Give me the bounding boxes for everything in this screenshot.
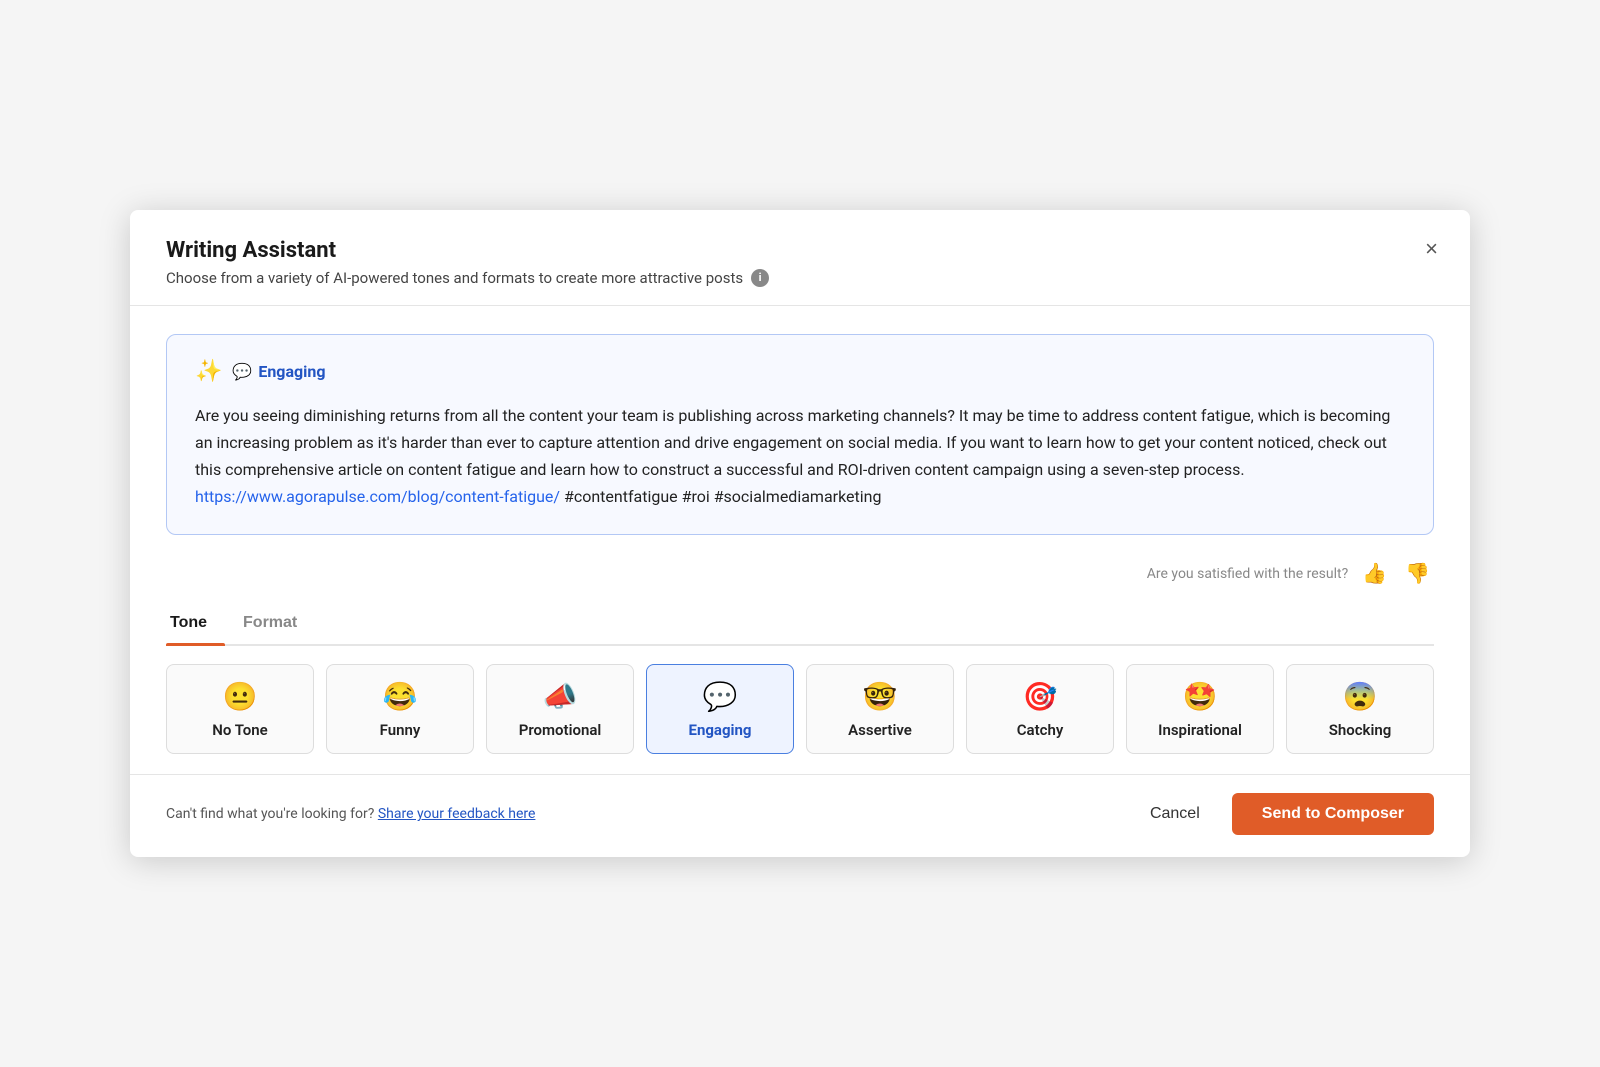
tone-card-shocking[interactable]: 😨 Shocking xyxy=(1286,664,1434,754)
feedback-label: Are you satisfied with the result? xyxy=(1147,566,1348,582)
info-icon[interactable]: i xyxy=(751,269,769,287)
result-body-text: Are you seeing diminishing returns from … xyxy=(195,402,1405,511)
tone-emoji-assertive: 🤓 xyxy=(863,683,898,711)
modal-footer: Can't find what you're looking for? Shar… xyxy=(130,774,1470,857)
tone-card-no-tone[interactable]: 😐 No Tone xyxy=(166,664,314,754)
tone-emoji-engaging: 💬 xyxy=(703,683,738,711)
tone-card-assertive[interactable]: 🤓 Assertive xyxy=(806,664,954,754)
result-card: ✨ 💬 Engaging Are you seeing diminishing … xyxy=(166,334,1434,536)
tone-badge: 💬 Engaging xyxy=(232,362,325,381)
tone-card-engaging[interactable]: 💬 Engaging xyxy=(646,664,794,754)
thumbs-down-button[interactable]: 👎 xyxy=(1401,559,1434,588)
tone-emoji-inspirational: 🤩 xyxy=(1183,683,1218,711)
tone-emoji-promotional: 📣 xyxy=(543,683,578,711)
modal-subtitle: Choose from a variety of AI-powered tone… xyxy=(166,269,1434,287)
tone-grid: 😐 No Tone 😂 Funny 📣 Promotional 💬 Engaging 🤓 Asse… xyxy=(166,664,1434,764)
footer-cant-find: Can't find what you're looking for? Shar… xyxy=(166,806,535,822)
tone-label-assertive: Assertive xyxy=(848,721,912,739)
tone-emoji-funny: 😂 xyxy=(383,683,418,711)
result-card-header: ✨ 💬 Engaging xyxy=(195,359,1405,384)
tone-label-shocking: Shocking xyxy=(1329,721,1392,739)
subtitle-text: Choose from a variety of AI-powered tone… xyxy=(166,269,743,287)
tone-badge-label: Engaging xyxy=(258,362,325,381)
cant-find-text: Can't find what you're looking for? xyxy=(166,806,374,822)
wand-icon: ✨ xyxy=(195,359,222,384)
tone-label-inspirational: Inspirational xyxy=(1158,721,1242,739)
tone-label-catchy: Catchy xyxy=(1017,721,1064,739)
feedback-link[interactable]: Share your feedback here xyxy=(378,806,536,822)
tone-emoji-no-tone: 😐 xyxy=(223,683,258,711)
cancel-button[interactable]: Cancel xyxy=(1132,795,1218,833)
tab-tone[interactable]: Tone xyxy=(166,606,225,644)
tone-card-inspirational[interactable]: 🤩 Inspirational xyxy=(1126,664,1274,754)
modal-title: Writing Assistant xyxy=(166,238,1434,263)
tone-label-engaging: Engaging xyxy=(689,721,752,739)
modal-body: ✨ 💬 Engaging Are you seeing diminishing … xyxy=(130,306,1470,765)
modal-header: Writing Assistant Choose from a variety … xyxy=(130,210,1470,306)
tab-format[interactable]: Format xyxy=(239,606,315,644)
tone-card-promotional[interactable]: 📣 Promotional xyxy=(486,664,634,754)
tone-card-funny[interactable]: 😂 Funny xyxy=(326,664,474,754)
feedback-row: Are you satisfied with the result? 👍 👎 xyxy=(166,549,1434,606)
tone-label-no-tone: No Tone xyxy=(212,721,267,739)
tone-card-catchy[interactable]: 🎯 Catchy xyxy=(966,664,1114,754)
writing-assistant-modal: Writing Assistant Choose from a variety … xyxy=(130,210,1470,858)
tone-emoji-shocking: 😨 xyxy=(1343,683,1378,711)
result-body: Are you seeing diminishing returns from … xyxy=(195,406,1390,479)
tone-emoji-catchy: 🎯 xyxy=(1023,683,1058,711)
footer-actions: Cancel Send to Composer xyxy=(1132,793,1434,835)
tone-label-funny: Funny xyxy=(380,721,421,739)
send-to-composer-button[interactable]: Send to Composer xyxy=(1232,793,1434,835)
thumbs-up-button[interactable]: 👍 xyxy=(1358,559,1391,588)
result-hashtags: #contentfatigue #roi #socialmediamarketi… xyxy=(560,487,881,506)
tone-label-promotional: Promotional xyxy=(519,721,602,739)
close-button[interactable]: × xyxy=(1421,234,1442,264)
result-link[interactable]: https://www.agorapulse.com/blog/content-… xyxy=(195,487,560,506)
tabs-row: Tone Format xyxy=(166,606,1434,646)
thumbs-up-icon: 👍 xyxy=(1362,563,1387,585)
thumbs-down-icon: 👎 xyxy=(1405,563,1430,585)
tone-badge-emoji: 💬 xyxy=(232,362,252,381)
